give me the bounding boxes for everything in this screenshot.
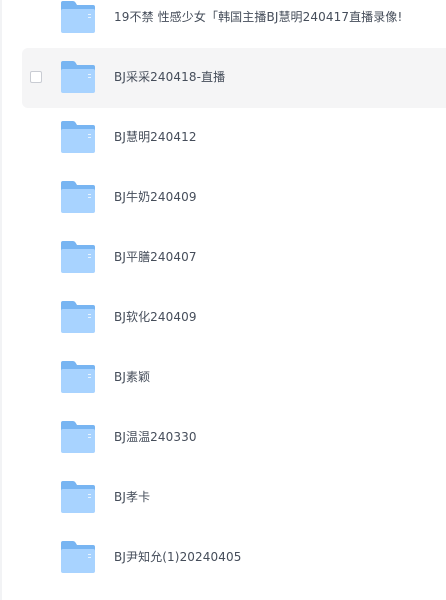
folder-icon [60, 540, 96, 574]
folder-name[interactable]: BJ牛奶240409 [114, 189, 197, 205]
folder-icon [60, 360, 96, 394]
folder-row[interactable]: BJ牛奶240409 [22, 168, 446, 228]
folder-icon [60, 0, 96, 34]
folder-row[interactable]: BJ软化240409 [22, 288, 446, 348]
folder-name[interactable]: 19不禁 性感少女「韩国主播BJ慧明240417直播录像! [114, 9, 402, 25]
folder-row[interactable]: BJ孝卡 [22, 468, 446, 528]
folder-icon [60, 120, 96, 154]
folder-row[interactable]: BJ慧明240412 [22, 108, 446, 168]
folder-name[interactable]: BJ尹知允(1)20240405 [114, 549, 241, 565]
folder-row[interactable]: BJ采采240418-直播 [22, 48, 446, 108]
folder-icon [60, 240, 96, 274]
folder-row[interactable]: 19不禁 性感少女「韩国主播BJ慧明240417直播录像! [22, 0, 446, 48]
folder-name[interactable]: BJ素颖 [114, 369, 150, 385]
folder-name[interactable]: BJ采采240418-直播 [114, 69, 225, 85]
folder-row[interactable]: BJ平膳240407 [22, 228, 446, 288]
folder-name[interactable]: BJ平膳240407 [114, 249, 197, 265]
folder-icon [60, 480, 96, 514]
folder-name[interactable]: BJ慧明240412 [114, 129, 197, 145]
folder-row[interactable]: BJ温温240330 [22, 408, 446, 468]
folder-icon [60, 180, 96, 214]
folder-icon [60, 300, 96, 334]
folder-row[interactable]: BJ尹知允(1)20240405 [22, 528, 446, 588]
row-checkbox[interactable] [30, 71, 42, 83]
folder-name[interactable]: BJ温温240330 [114, 429, 197, 445]
folder-name[interactable]: BJ软化240409 [114, 309, 197, 325]
file-browser: 19不禁 性感少女「韩国主播BJ慧明240417直播录像! BJ采采240418-… [0, 0, 446, 600]
folder-icon [60, 60, 96, 94]
folder-name[interactable]: BJ孝卡 [114, 489, 150, 505]
file-list: 19不禁 性感少女「韩国主播BJ慧明240417直播录像! BJ采采240418-… [0, 0, 446, 588]
folder-row[interactable]: BJ素颖 [22, 348, 446, 408]
folder-icon [60, 420, 96, 454]
